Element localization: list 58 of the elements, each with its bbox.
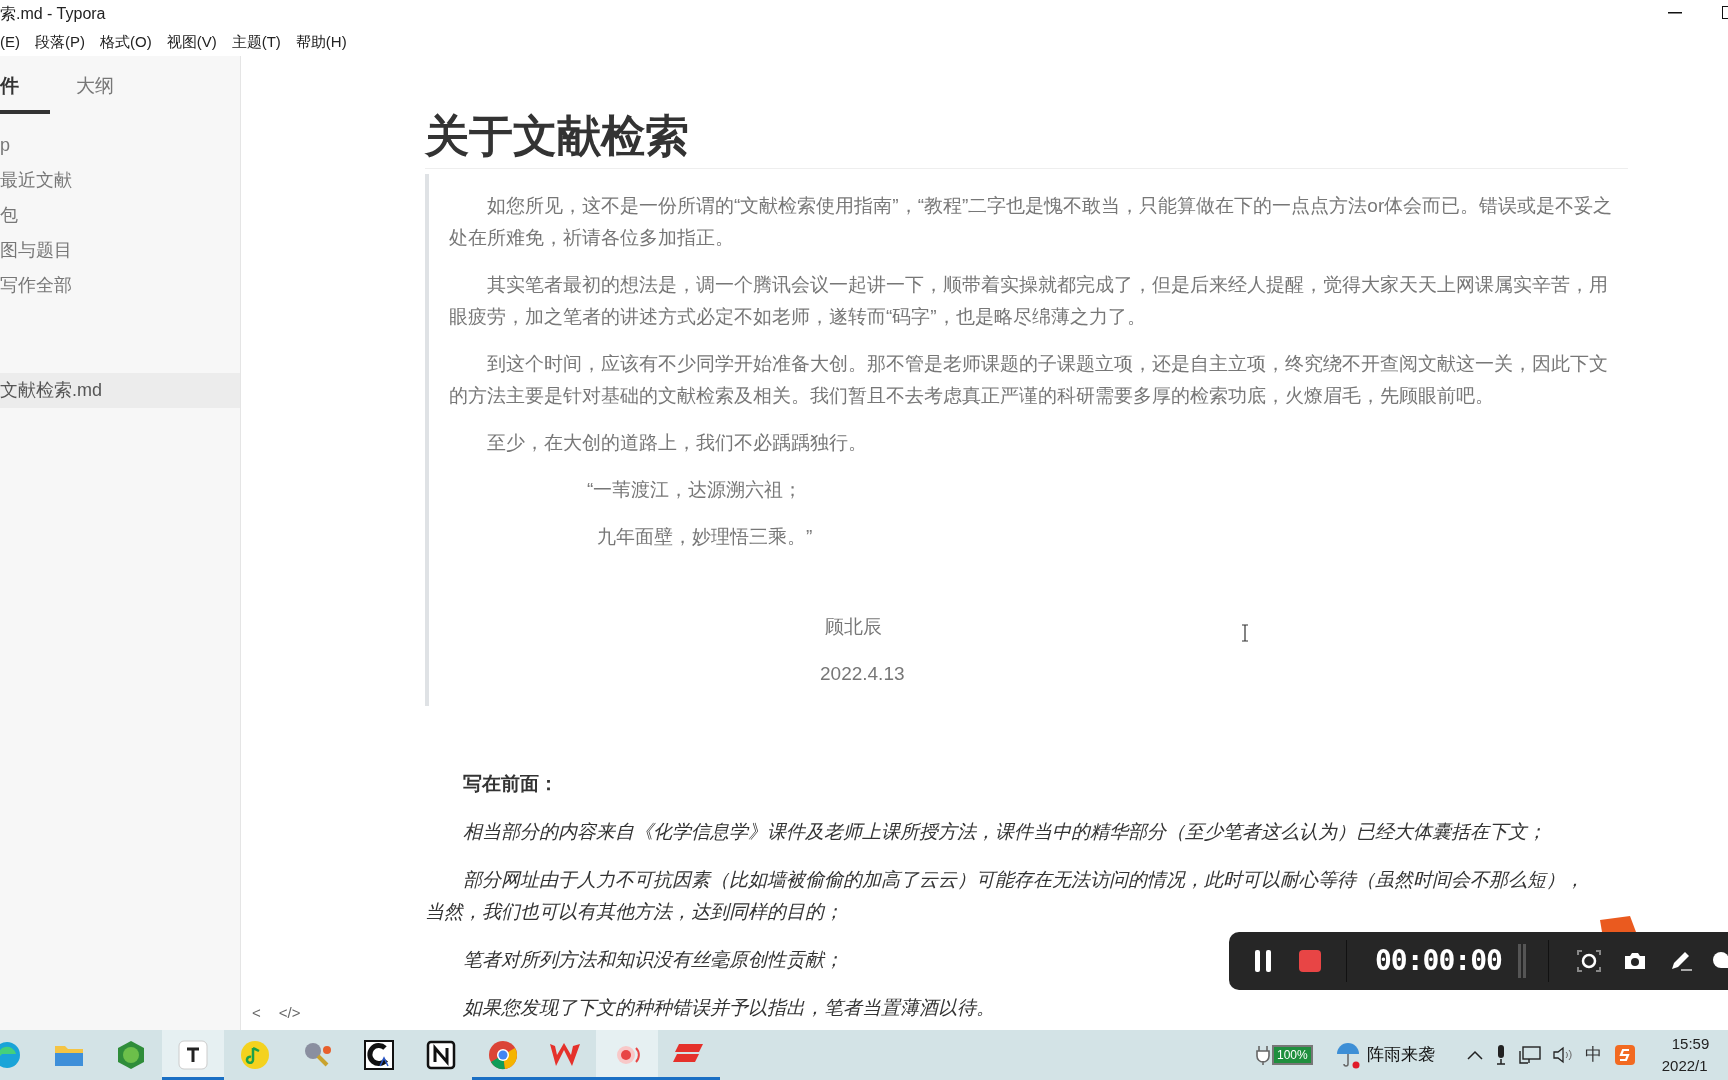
quote-paragraph: 至少，在大创的道路上，我们不必踽踽独行。 xyxy=(486,431,868,455)
document-heading: 关于文献检索 xyxy=(425,108,1628,169)
microphone-icon[interactable] xyxy=(1494,1045,1507,1065)
sidebar-tab[interactable]: 大纲 xyxy=(76,62,186,114)
window-title: 索.md - Typora xyxy=(0,4,106,24)
verse-line: 九年面壁，妙理悟三乘。” xyxy=(597,525,813,549)
recording-timer: 00:00:00 xyxy=(1375,943,1502,979)
minimize-icon[interactable] xyxy=(1668,12,1682,14)
menu-item[interactable]: (E) xyxy=(0,30,20,54)
input-method-indicator[interactable]: 中 xyxy=(1584,1042,1602,1068)
menu-item[interactable]: 段落(P) xyxy=(35,30,85,54)
file-tree-item[interactable]: 最近文献 xyxy=(0,163,240,198)
camera-icon[interactable] xyxy=(1622,951,1647,971)
letter-app-icon xyxy=(178,1040,208,1070)
preface-paragraph: 笔者对所列方法和知识没有丝毫原创性贡献； xyxy=(462,948,843,972)
letter-app-icon xyxy=(426,1040,456,1070)
volume-icon[interactable] xyxy=(1552,1046,1573,1064)
weather-text[interactable]: 阵雨来袭 xyxy=(1366,1042,1435,1068)
pause-icon[interactable] xyxy=(1255,950,1271,972)
quote-paragraph: 到这个时间，应该有不少同学开始准备大创。那不管是老师课题的子课题立项，还是自主立项，终究绕不开查阅文献这一关，因此下文的方法主要是针对基础的文献检索及相关。我们暂且不去考虑真正严谨的科研需要多厚的检索功底，火燎眉毛，先顾眼前吧。 xyxy=(449,352,1609,408)
file-tree-item[interactable]: 包 xyxy=(0,198,240,233)
collapse-button[interactable]: < xyxy=(252,1001,261,1024)
preface-paragraph: 部分网址由于人力不可抗因素（比如墙被偷偷的加高了云云）可能存在无法访问的情况，此时可以耐心等待（虽然时间会不那么短），当然，我们也可以有其他方法，达到同样的目的； xyxy=(425,868,1585,924)
clock[interactable]: 15:59 2022/1 xyxy=(1661,1033,1720,1077)
hexagon-app-icon xyxy=(116,1040,146,1070)
verse-line: “一苇渡江，达源溯六祖； xyxy=(587,478,803,502)
battery-indicator[interactable]: 100% xyxy=(1272,1045,1313,1065)
text-cursor-icon xyxy=(1241,624,1249,642)
grip-icon xyxy=(1517,944,1528,978)
preface-paragraph: 如果您发现了下文的种种错误并予以指出，笔者当置薄酒以待。 xyxy=(462,996,995,1020)
source-mode-button[interactable]: </> xyxy=(278,1001,301,1024)
date-text: 2022.4.13 xyxy=(820,662,905,686)
chevron-up-icon[interactable] xyxy=(1466,1050,1483,1060)
menu-item[interactable]: 主题(T) xyxy=(231,30,281,54)
umbrella-icon[interactable] xyxy=(1334,1041,1361,1069)
letter-app-icon xyxy=(364,1040,394,1070)
menu-item[interactable]: 格式(O) xyxy=(100,30,152,54)
network-icon[interactable] xyxy=(1518,1046,1541,1064)
chrome-icon xyxy=(488,1040,518,1070)
preface-paragraph: 相当部分的内容来自《化学信息学》课件及老师上课所授方法，课件当中的精华部分（至少笔者这么认为）已经大体囊括在下文； xyxy=(462,820,1546,844)
quote-paragraph: 其实笔者最初的想法是，调一个腾讯会议一起讲一下，顺带着实操就都完成了，但是后来经人提醒，觉得大家天天上网课属实辛苦，用眼疲劳，加之笔者的讲述方式必定不如老师，遂转而“码字”，也是略尽绵薄之力了。 xyxy=(449,273,1609,329)
file-tree-item[interactable]: 文献检索.md xyxy=(0,373,240,408)
s-logo-icon[interactable] xyxy=(1613,1044,1636,1066)
maximize-icon[interactable] xyxy=(1722,6,1728,20)
stop-icon[interactable] xyxy=(1299,950,1321,972)
music-note-icon xyxy=(240,1040,270,1070)
quote-paragraph: 如您所见，这不是一份所谓的“文献检索使用指南”，“教程”二字也是愧不敢当，只能算做在下的一点点方法or体会而已。错误或是不妥之处在所难免，祈请各位多加指正。 xyxy=(449,194,1614,250)
file-tree-item[interactable]: 图与题目 xyxy=(0,233,240,268)
file-tree-item[interactable]: p xyxy=(0,128,240,163)
browser-icon xyxy=(0,1040,22,1070)
section-label: 写在前面： xyxy=(462,772,558,796)
menu-item[interactable]: 帮助(H) xyxy=(295,30,347,54)
screenshot-icon[interactable] xyxy=(1576,950,1601,972)
author-name: 顾北辰 xyxy=(825,615,882,639)
menu-item[interactable]: 视图(V) xyxy=(166,30,217,54)
file-tree-item[interactable]: 写作全部 xyxy=(0,268,240,303)
plug-icon xyxy=(1256,1045,1270,1065)
sidebar-tab[interactable]: 件 xyxy=(0,62,50,114)
